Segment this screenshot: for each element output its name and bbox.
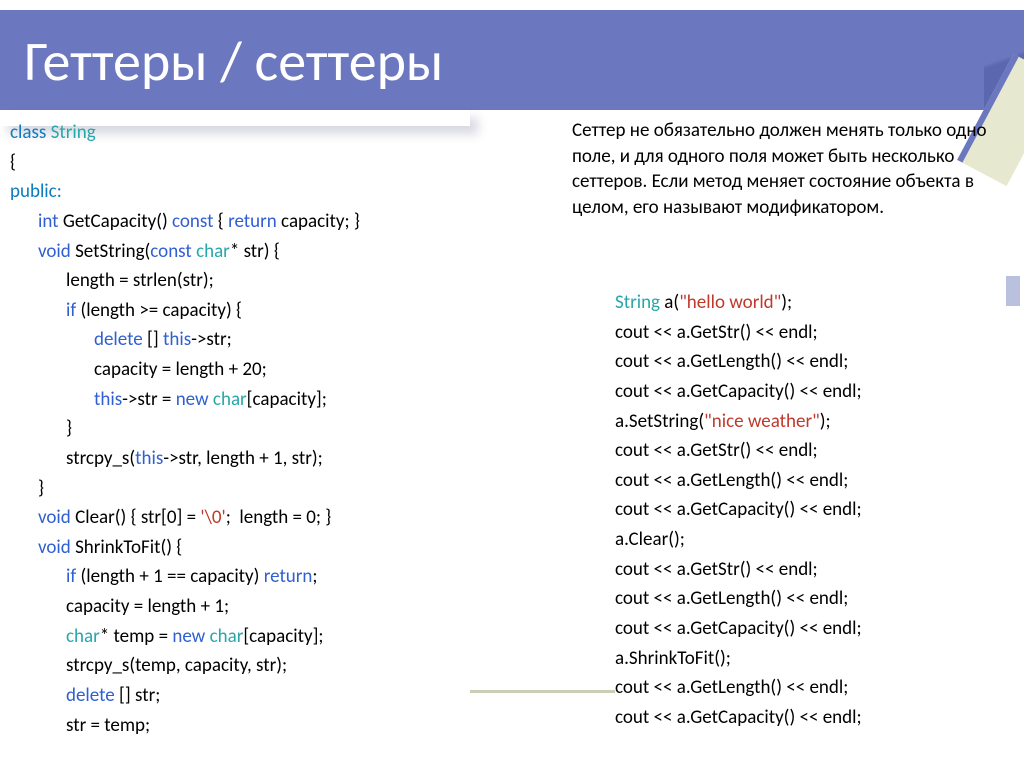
kw: void bbox=[38, 240, 71, 263]
txt: ->str; bbox=[191, 328, 232, 351]
code-line: cout << a.GetLength() << endl; bbox=[615, 347, 1015, 377]
txt: { bbox=[214, 210, 229, 233]
txt: (length >= capacity) { bbox=[76, 299, 242, 322]
code-line: if (length >= capacity) { bbox=[10, 296, 560, 326]
kw: return bbox=[228, 210, 277, 233]
kw: const bbox=[150, 240, 191, 263]
txt: SetString( bbox=[71, 240, 151, 263]
kw: new bbox=[172, 625, 205, 648]
code-line: class String bbox=[10, 118, 560, 148]
txt: [capacity]; bbox=[243, 625, 323, 648]
txt: } bbox=[38, 477, 44, 500]
txt: [] str; bbox=[115, 684, 161, 707]
kw: void bbox=[38, 536, 71, 559]
txt: str = temp; bbox=[66, 714, 150, 737]
code-line: capacity = length + 20; bbox=[10, 355, 560, 385]
code-line: void SetString(const char* str) { bbox=[10, 237, 560, 267]
kw: if bbox=[66, 299, 76, 322]
kw: int bbox=[38, 210, 59, 233]
code-line: void ShrinkToFit() { bbox=[10, 533, 560, 563]
type: String bbox=[615, 291, 660, 314]
code-line: if (length + 1 == capacity) return; bbox=[10, 562, 560, 592]
txt: capacity; } bbox=[277, 210, 360, 233]
code-line: str = temp; bbox=[10, 711, 560, 741]
kw: return bbox=[264, 565, 313, 588]
kw: this bbox=[163, 328, 191, 351]
str: "nice weather" bbox=[704, 410, 820, 433]
txt: [] bbox=[143, 328, 163, 351]
txt: } bbox=[66, 417, 72, 440]
explanation-paragraph: Сеттер не обязательно должен менять толь… bbox=[572, 118, 1012, 221]
type: char bbox=[196, 240, 230, 263]
code-line: cout << a.GetCapacity() << endl; bbox=[615, 495, 1015, 525]
txt: (length + 1 == capacity) bbox=[76, 565, 264, 588]
txt: capacity = length + 1; bbox=[66, 595, 229, 618]
type: char bbox=[210, 625, 244, 648]
txt: ); bbox=[820, 410, 831, 433]
code-line: cout << a.GetLength() << endl; bbox=[615, 584, 1015, 614]
code-line: strcpy_s(temp, capacity, str); bbox=[10, 651, 560, 681]
kw: delete bbox=[94, 328, 143, 351]
code-line: cout << a.GetCapacity() << endl; bbox=[615, 614, 1015, 644]
kw: this bbox=[94, 388, 122, 411]
code-line: cout << a.GetStr() << endl; bbox=[615, 318, 1015, 348]
code-line: capacity = length + 1; bbox=[10, 592, 560, 622]
txt: ; bbox=[312, 565, 317, 588]
txt: a.SetString( bbox=[615, 410, 704, 433]
kw: const bbox=[172, 210, 213, 233]
txt: GetCapacity() bbox=[59, 210, 173, 233]
code-line: void Clear() { str[0] = '\0'; length = 0… bbox=[10, 503, 560, 533]
code-line: a.SetString("nice weather"); bbox=[615, 407, 1015, 437]
kw: if bbox=[66, 565, 76, 588]
str: '\0' bbox=[200, 506, 225, 529]
code-line: cout << a.GetLength() << endl; bbox=[615, 466, 1015, 496]
txt: ); bbox=[781, 291, 792, 314]
code-line: a.Clear(); bbox=[615, 525, 1015, 555]
code-line: cout << a.GetCapacity() << endl; bbox=[615, 377, 1015, 407]
kw: new bbox=[176, 388, 209, 411]
str: "hello world" bbox=[679, 291, 781, 314]
code-line: strcpy_s(this->str, length + 1, str); bbox=[10, 444, 560, 474]
code-line: cout << a.GetStr() << endl; bbox=[615, 436, 1015, 466]
txt: a( bbox=[660, 291, 679, 314]
code-right: String a("hello world"); cout << a.GetSt… bbox=[615, 288, 1015, 732]
kw: void bbox=[38, 506, 71, 529]
txt: length = strlen(str); bbox=[66, 269, 214, 292]
txt: ->str, length + 1, str); bbox=[163, 447, 322, 470]
code-line: { bbox=[10, 148, 560, 178]
kw-class: class bbox=[10, 121, 46, 144]
kw-public: public: bbox=[10, 177, 560, 207]
kw: this bbox=[135, 447, 163, 470]
txt: capacity = length + 20; bbox=[94, 358, 267, 381]
code-line: this->str = new char[capacity]; bbox=[10, 385, 560, 415]
code-line: cout << a.GetStr() << endl; bbox=[615, 555, 1015, 585]
txt: ShrinkToFit() { bbox=[71, 536, 182, 559]
code-line: delete [] this->str; bbox=[10, 325, 560, 355]
txt: [capacity]; bbox=[247, 388, 327, 411]
type: char bbox=[213, 388, 247, 411]
code-line: char* temp = new char[capacity]; bbox=[10, 622, 560, 652]
code-line: length = strlen(str); bbox=[10, 266, 560, 296]
code-line: } bbox=[10, 474, 560, 504]
type-name: String bbox=[46, 121, 95, 144]
txt: * temp = bbox=[100, 625, 173, 648]
code-line: } bbox=[10, 414, 560, 444]
code-line: a.ShrinkToFit(); bbox=[615, 644, 1015, 674]
txt: strcpy_s(temp, capacity, str); bbox=[66, 654, 287, 677]
txt: ; length = 0; } bbox=[226, 506, 332, 529]
code-line: String a("hello world"); bbox=[615, 288, 1015, 318]
txt: Clear() { str[0] = bbox=[71, 506, 201, 529]
code-line: int GetCapacity() const { return capacit… bbox=[10, 207, 560, 237]
slide-title: Геттеры / сеттеры bbox=[24, 28, 443, 96]
txt: * str) { bbox=[230, 240, 280, 263]
code-line: delete [] str; bbox=[10, 681, 560, 711]
code-line: cout << a.GetCapacity() << endl; bbox=[615, 703, 1015, 733]
txt: strcpy_s( bbox=[66, 447, 135, 470]
code-left: class String { public: int GetCapacity()… bbox=[10, 118, 560, 740]
code-line: cout << a.GetLength() << endl; bbox=[615, 673, 1015, 703]
txt: ->str = bbox=[122, 388, 176, 411]
kw: delete bbox=[66, 684, 115, 707]
type: char bbox=[66, 625, 100, 648]
slide: Геттеры / сеттеры class String { public:… bbox=[0, 0, 1024, 768]
